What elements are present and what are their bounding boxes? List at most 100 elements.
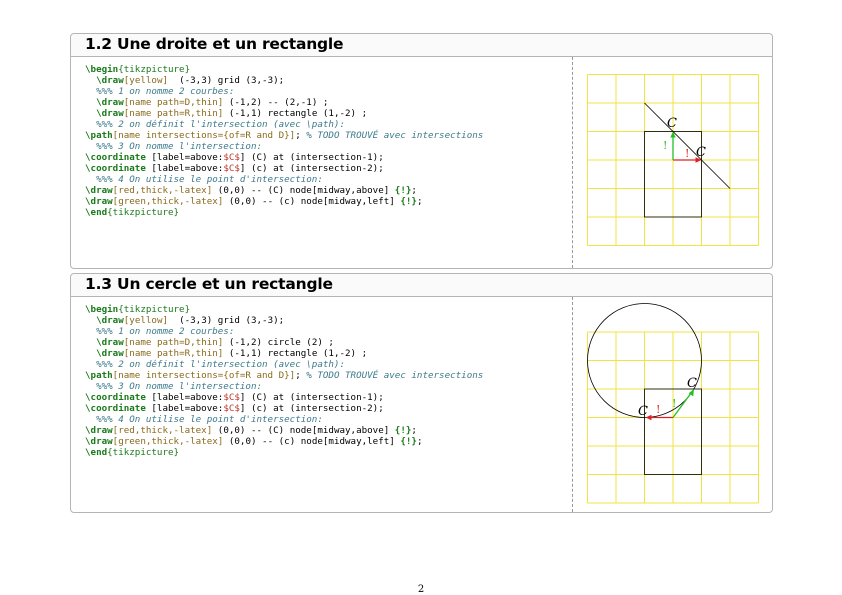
label-c-lower: C (696, 145, 706, 160)
code-line: %%% 4 On utilise le point d'intersection… (85, 174, 323, 185)
code-token: [green,thick,-latex] (112, 436, 224, 447)
code-line: \coordinate [label=above:$C$] (C) at (in… (85, 392, 384, 403)
code-token: {tikzpicture} (107, 447, 180, 458)
code-token: {!} (394, 185, 412, 196)
code-token: \end (85, 207, 108, 218)
code-line: \coordinate [label=above:$C$] (c) at (in… (85, 163, 384, 174)
code-token: %%% 3 On nomme l'intersection: (85, 381, 263, 392)
code-token: %%% 2 on définit l'intersection (avec \p… (85, 119, 345, 130)
code-token: [name path=D,thin] (123, 97, 224, 108)
code-token: [name intersections={of=R and D}] (112, 130, 296, 141)
tikz-figure: C C ! ! (587, 303, 759, 504)
code-line: \draw[green,thick,-latex] (0,0) -- (c) n… (85, 436, 422, 447)
code-token: (-1,2) circle (2) ; (223, 337, 334, 348)
tikz-figure: C C ! ! (587, 74, 759, 246)
section-header: 1.2 Une droite et un rectangle (71, 34, 772, 57)
code-token: ] (c) at (intersection-2); (239, 403, 384, 414)
code-line: \end{tikzpicture} (85, 207, 179, 218)
column-divider (572, 57, 573, 268)
code-line: \draw[red,thick,-latex] (0,0) -- (C) nod… (85, 185, 417, 196)
section-box-1-2: 1.2 Une droite et un rectangle \begin{ti… (70, 33, 773, 269)
code-token: [label=above: (145, 163, 224, 174)
code-token: [name path=R,thin] (123, 348, 224, 359)
label-c-upper: C (667, 116, 677, 131)
code-token: \draw (96, 97, 124, 108)
code-token: {tikzpicture} (118, 64, 191, 75)
code-token: %%% 3 On nomme l'intersection: (85, 141, 263, 152)
green-arrow-head (670, 131, 676, 138)
code-token: (-1,2) -- (2,-1) ; (223, 97, 329, 108)
code-line: %%% 3 On nomme l'intersection: (85, 381, 262, 392)
code-token: ; (411, 425, 417, 436)
code-token: \end (85, 447, 108, 458)
section-title: 1.2 Une droite et un rectangle (85, 35, 344, 53)
code-token: ] (C) at (intersection-1); (239, 152, 384, 163)
code-line: \draw[name path=D,thin] (-1,2) -- (2,-1)… (85, 97, 328, 108)
code-token: {!} (400, 196, 417, 207)
code-line: \draw[yellow] (-3,3) grid (3,-3); (85, 315, 284, 326)
code-token: (-3,3) grid (3,-3); (168, 75, 285, 86)
code-token: ; (416, 196, 423, 207)
code-line: %%% 2 on définit l'intersection (avec \p… (85, 359, 345, 370)
code-line: %%% 4 On utilise le point d'intersection… (85, 414, 323, 425)
code-token: ; (416, 436, 423, 447)
code-line: \draw[green,thick,-latex] (0,0) -- (c) n… (85, 196, 422, 207)
code-token: $C$ (223, 152, 240, 163)
code-token: [name path=R,thin] (123, 108, 224, 119)
code-token: \draw (85, 185, 113, 196)
code-token: \draw (96, 108, 124, 119)
code-token: \coordinate (85, 403, 146, 414)
code-token: \begin (85, 64, 119, 75)
code-token: $C$ (223, 392, 240, 403)
code-token: \coordinate (85, 163, 146, 174)
bang-red: ! (656, 403, 660, 416)
code-token: \draw (96, 337, 124, 348)
code-line: %%% 1 on nomme 2 courbes: (85, 326, 234, 337)
code-token: [red,thick,-latex] (112, 185, 213, 196)
code-token: $C$ (223, 163, 240, 174)
code-listing: \begin{tikzpicture} \draw[yellow] (-3,3)… (85, 64, 483, 218)
code-token: \path (85, 370, 113, 381)
code-token: \coordinate (85, 392, 146, 403)
code-line: \draw[name path=D,thin] (-1,2) circle (2… (85, 337, 334, 348)
code-token: {tikzpicture} (118, 304, 191, 315)
code-token: \coordinate (85, 152, 146, 163)
bang-red: ! (685, 147, 689, 160)
page-number: 2 (417, 584, 425, 595)
code-token: %%% 4 On utilise le point d'intersection… (85, 414, 323, 425)
code-token: ] (C) at (intersection-1); (239, 392, 384, 403)
code-token: \path (85, 130, 113, 141)
code-token: (0,0) -- (c) node[midway,left] (223, 196, 401, 207)
code-line: \draw[name path=R,thin] (-1,1) rectangle… (85, 348, 367, 359)
code-listing: \begin{tikzpicture} \draw[yellow] (-3,3)… (85, 304, 483, 458)
code-token: [red,thick,-latex] (112, 425, 213, 436)
code-line: \coordinate [label=above:$C$] (c) at (in… (85, 403, 384, 414)
code-line: \draw[red,thick,-latex] (0,0) -- (C) nod… (85, 425, 417, 436)
bang-green: ! (663, 139, 667, 152)
code-token: [label=above: (145, 392, 224, 403)
code-line: \begin{tikzpicture} (85, 64, 190, 75)
code-token: [name intersections={of=R and D}] (112, 370, 296, 381)
column-divider (572, 297, 573, 512)
code-token: (0,0) -- (c) node[midway,left] (223, 436, 401, 447)
code-token: (-1,1) rectangle (1,-2) ; (223, 108, 368, 119)
label-c-upper: C (687, 376, 697, 391)
code-token: %%% 1 on nomme 2 courbes: (85, 326, 235, 337)
section-title: 1.3 Un cercle et un rectangle (85, 275, 333, 293)
code-line: \path[name intersections={of=R and D}]; … (85, 130, 483, 141)
code-token: {!} (394, 425, 412, 436)
line-d (644, 102, 731, 189)
bang-green: ! (672, 397, 676, 410)
code-token: \draw (85, 196, 113, 207)
section-box-1-3: 1.3 Un cercle et un rectangle \begin{tik… (70, 273, 773, 513)
code-token: [label=above: (145, 152, 224, 163)
code-token: \draw (96, 348, 124, 359)
code-token: {tikzpicture} (107, 207, 180, 218)
code-token: $C$ (223, 403, 240, 414)
code-token: [yellow] (123, 315, 169, 326)
code-token: \begin (85, 304, 119, 315)
code-token: (-1,1) rectangle (1,-2) ; (223, 348, 368, 359)
